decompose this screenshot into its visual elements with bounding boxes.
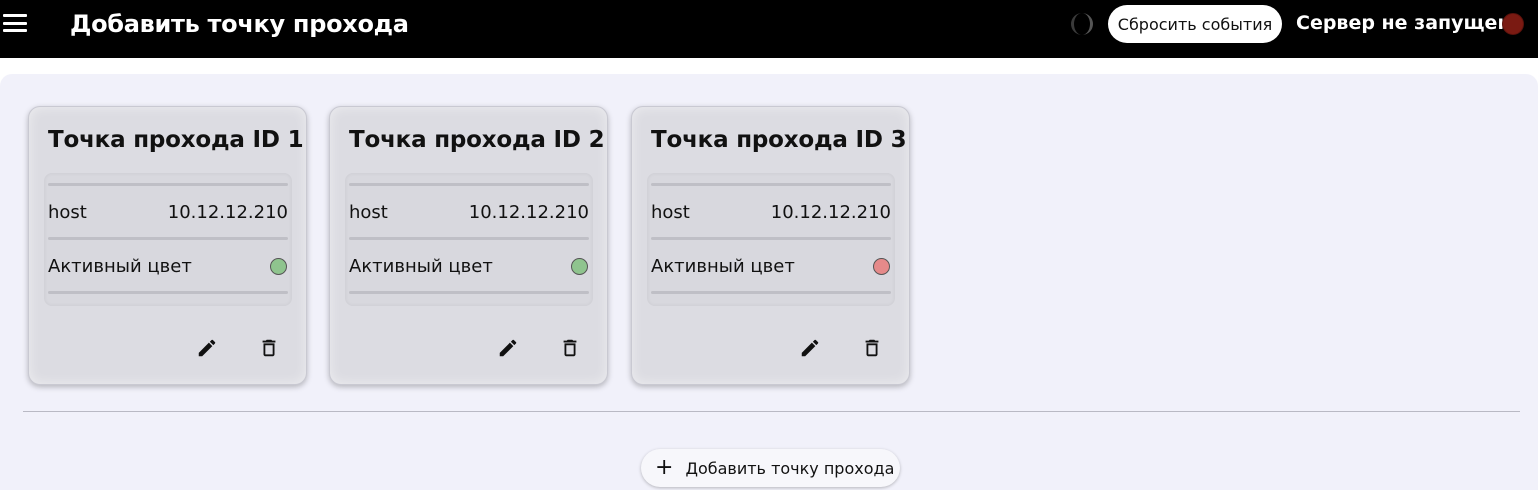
divider xyxy=(349,237,589,240)
trash-icon[interactable] xyxy=(556,334,584,362)
section-divider xyxy=(23,411,1520,412)
card-title: Точка прохода ID 2 xyxy=(349,127,605,153)
server-status-text: Сервер не запущен xyxy=(1296,12,1511,34)
add-button-label: Добавить точку прохода xyxy=(685,458,895,478)
page-title: Добавить точку прохода xyxy=(70,10,409,38)
pencil-icon[interactable] xyxy=(796,334,824,362)
divider xyxy=(651,183,891,186)
host-value: 10.12.12.210 xyxy=(167,202,288,223)
trash-icon[interactable] xyxy=(858,334,886,362)
host-label: host xyxy=(349,202,388,223)
divider xyxy=(651,237,891,240)
host-label: host xyxy=(48,202,87,223)
card-details: host 10.12.12.210 Активный цвет xyxy=(44,173,292,306)
divider xyxy=(48,237,288,240)
active-color-label: Активный цвет xyxy=(349,256,493,277)
card-details: host 10.12.12.210 Активный цвет xyxy=(345,173,593,306)
plus-icon: + xyxy=(655,455,674,480)
divider xyxy=(48,183,288,186)
trash-icon[interactable] xyxy=(255,334,283,362)
divider xyxy=(349,183,589,186)
host-value: 10.12.12.210 xyxy=(468,202,589,223)
card-details: host 10.12.12.210 Активный цвет xyxy=(647,173,895,306)
active-color-label: Активный цвет xyxy=(48,256,192,277)
active-color-swatch xyxy=(571,258,588,275)
access-point-card: Точка прохода ID 2 host 10.12.12.210 Акт… xyxy=(329,106,608,385)
active-color-swatch xyxy=(270,258,287,275)
card-title: Точка прохода ID 1 xyxy=(48,127,304,153)
main-content: Точка прохода ID 1 host 10.12.12.210 Акт… xyxy=(0,74,1538,490)
host-value: 10.12.12.210 xyxy=(770,202,891,223)
access-point-card: Точка прохода ID 3 host 10.12.12.210 Акт… xyxy=(631,106,910,385)
menu-icon[interactable] xyxy=(3,12,29,34)
divider xyxy=(651,291,891,294)
moon-icon[interactable] xyxy=(1068,10,1094,38)
add-access-point-button[interactable]: + Добавить точку прохода xyxy=(641,449,900,487)
active-color-swatch xyxy=(873,258,890,275)
active-color-label: Активный цвет xyxy=(651,256,795,277)
server-status-indicator xyxy=(1502,13,1524,35)
host-label: host xyxy=(651,202,690,223)
divider xyxy=(349,291,589,294)
divider xyxy=(48,291,288,294)
pencil-icon[interactable] xyxy=(193,334,221,362)
top-app-bar: Добавить точку прохода Сбросить события … xyxy=(0,0,1538,58)
access-point-card: Точка прохода ID 1 host 10.12.12.210 Акт… xyxy=(28,106,307,385)
pencil-icon[interactable] xyxy=(494,334,522,362)
reset-events-button[interactable]: Сбросить события xyxy=(1108,5,1282,43)
card-title: Точка прохода ID 3 xyxy=(651,127,907,153)
